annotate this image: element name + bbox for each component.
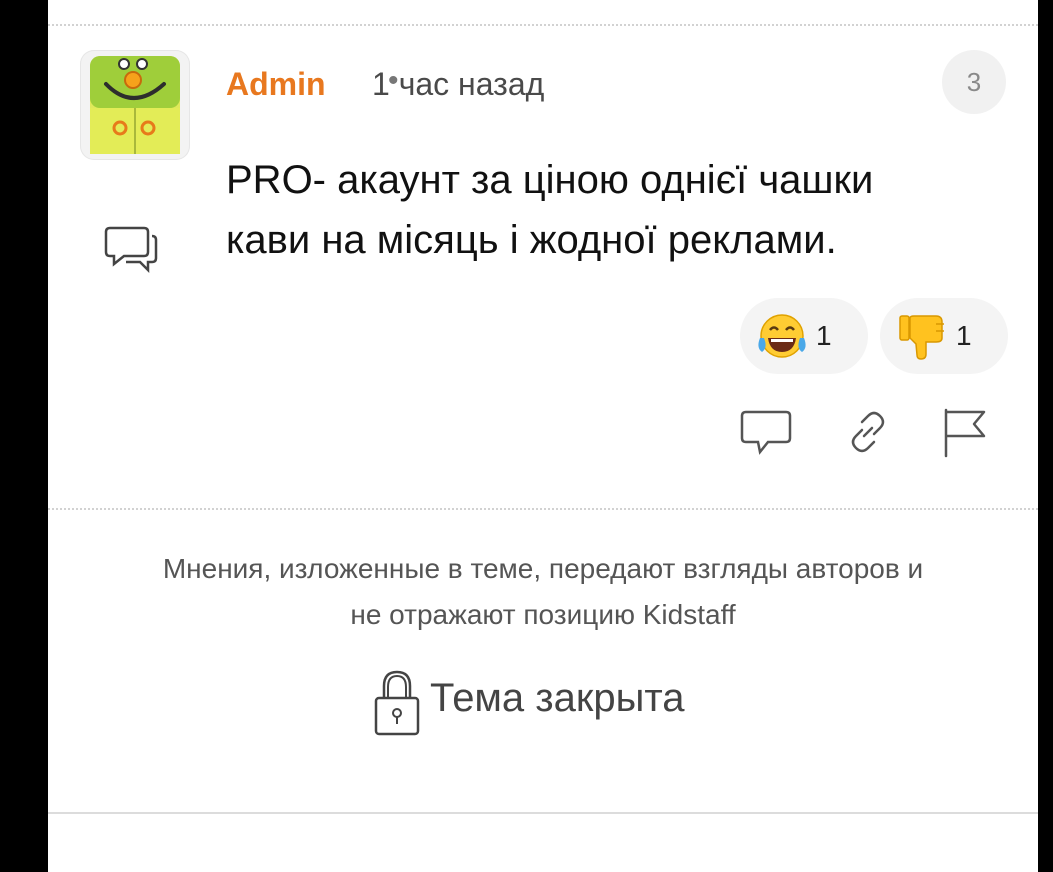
topic-closed-label: Тема закрыта <box>430 676 685 720</box>
disclaimer-line-1: Мнения, изложенные в теме, передают взгл… <box>162 553 924 584</box>
disclaimer: Мнения, изложенные в теме, передают взгл… <box>48 546 1038 638</box>
top-divider <box>48 24 1038 26</box>
reaction-laugh[interactable]: 1 <box>740 298 868 374</box>
reply-icon[interactable] <box>738 404 794 460</box>
flag-icon[interactable] <box>938 404 994 460</box>
reaction-count: 1 <box>816 320 832 351</box>
post-time[interactable]: 1 час назад <box>372 66 544 103</box>
reaction-dislike[interactable]: 1 <box>880 298 1008 374</box>
post-number-badge[interactable]: 3 <box>942 50 1006 114</box>
post-panel: Admin • 1 час назад 3 PRO- акаунт за цін… <box>48 0 1038 872</box>
lock-icon <box>372 666 422 738</box>
reaction-count: 1 <box>956 320 972 351</box>
author-name[interactable]: Admin <box>226 66 326 103</box>
laughing-tears-emoji-icon <box>756 312 808 360</box>
bottom-divider <box>48 812 1038 814</box>
post-message: PRO- акаунт за ціною однієї чашки кави н… <box>226 158 874 262</box>
thumbs-down-emoji-icon <box>896 312 948 360</box>
link-icon[interactable] <box>840 404 896 460</box>
avatar[interactable] <box>80 50 190 160</box>
disclaimer-line-2: не отражают позицию Kidstaff <box>350 599 736 630</box>
reply-bubble-icon[interactable] <box>104 222 160 274</box>
section-divider <box>48 508 1038 510</box>
